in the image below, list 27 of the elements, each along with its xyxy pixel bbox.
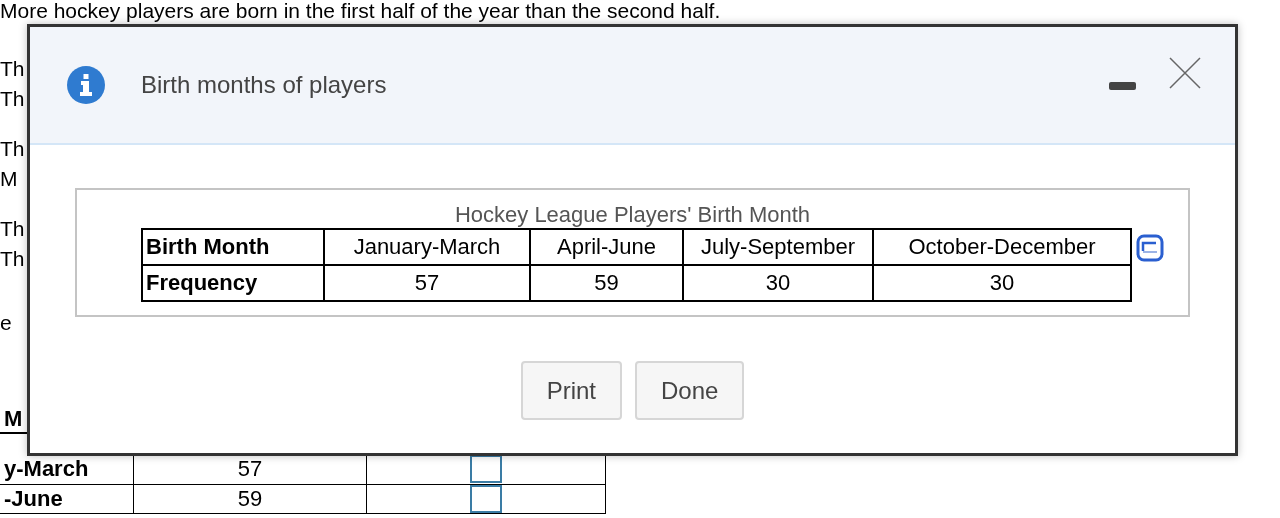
close-icon[interactable] xyxy=(1169,57,1201,89)
table-cell: April-June xyxy=(530,229,683,265)
table-cell: July-September xyxy=(683,229,873,265)
table-cell: January-March xyxy=(324,229,530,265)
paragraph-text: Th xyxy=(0,218,25,240)
table-cell: 30 xyxy=(683,265,873,301)
row-header: Frequency xyxy=(142,265,324,301)
row-header: Birth Month xyxy=(142,229,324,265)
table-cell: 57 xyxy=(324,265,530,301)
dialog-button[interactable]: Done xyxy=(635,361,745,420)
table-cell: 59 xyxy=(530,265,683,301)
paragraph-text: Th xyxy=(0,88,25,110)
paragraph-text: Th xyxy=(0,58,25,80)
paragraph-text: e xyxy=(0,312,12,334)
table-cell: 30 xyxy=(873,265,1131,301)
expand-icon[interactable] xyxy=(1136,234,1164,262)
paragraph-text: Th xyxy=(0,248,25,270)
dialog-button[interactable]: Print xyxy=(520,361,622,420)
paragraph-text: Th xyxy=(0,138,25,160)
table-cell: 59 xyxy=(133,484,367,514)
info-icon xyxy=(67,66,105,104)
paragraph-text: M xyxy=(0,168,18,190)
dialog-title: Birth months of players xyxy=(141,71,387,99)
table-cell: -June xyxy=(0,484,134,514)
table-cell: October-December xyxy=(873,229,1131,265)
intro-text: More hockey players are born in the first half of the year than the second half. xyxy=(0,0,722,22)
table-caption: Hockey League Players' Birth Month xyxy=(454,202,811,228)
